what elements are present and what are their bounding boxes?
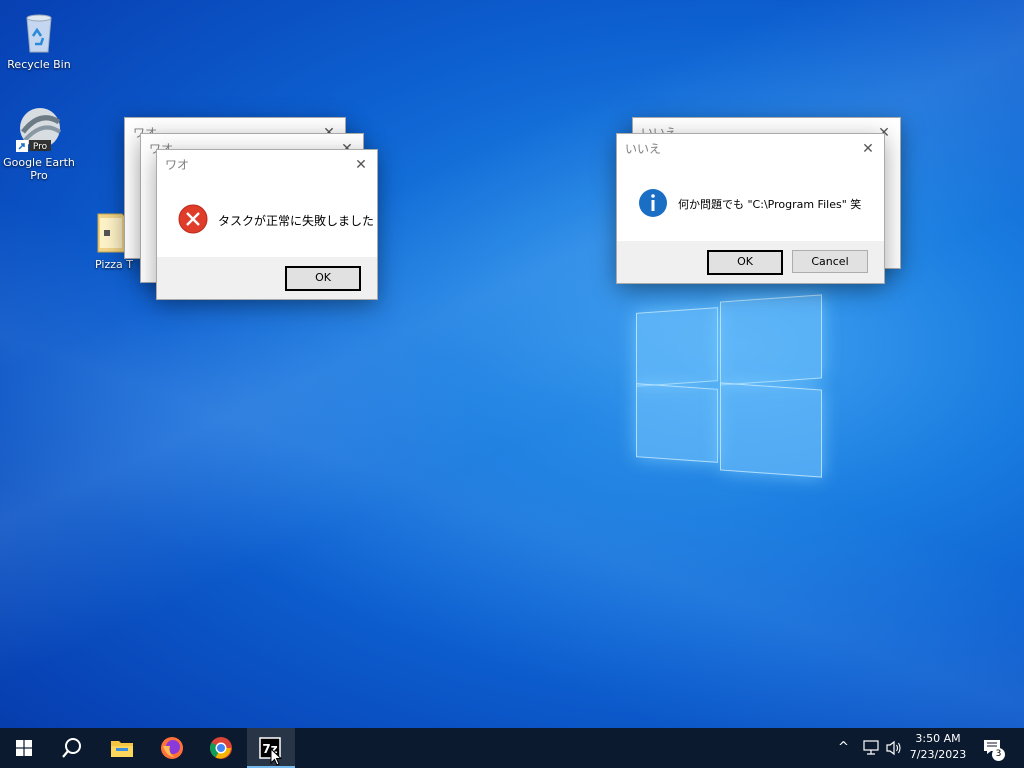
google-earth-icon: Pro (15, 106, 63, 154)
start-button[interactable] (0, 728, 48, 768)
desktop-icon-google-earth-pro[interactable]: Pro Google Earth Pro (1, 106, 77, 182)
taskbar-firefox[interactable] (148, 728, 196, 768)
svg-text:Pro: Pro (33, 142, 48, 152)
notification-count-badge: 3 (992, 748, 1005, 761)
error-dialog[interactable]: ワオ ✕ タスクが正常に失敗しました OK (156, 149, 378, 300)
desktop-icon-label: Google Earth (3, 156, 75, 169)
recycle-bin-icon (15, 8, 63, 56)
wallpaper-beam (0, 0, 1024, 768)
info-icon (639, 189, 667, 217)
ok-button[interactable]: OK (285, 266, 361, 291)
search-icon (62, 738, 81, 758)
dialog-title: ワオ (165, 158, 190, 172)
taskbar-file-explorer[interactable] (98, 728, 146, 768)
cancel-button[interactable]: Cancel (792, 250, 868, 273)
desktop-icon-recycle-bin[interactable]: Recycle Bin (1, 8, 77, 71)
taskbar-chrome[interactable] (197, 728, 245, 768)
windows-logo-wallpaper (636, 290, 822, 480)
close-icon[interactable]: ✕ (353, 150, 369, 180)
clock-date: 7/23/2023 (909, 748, 967, 761)
search-button[interactable] (48, 728, 96, 768)
ok-button[interactable]: OK (707, 250, 783, 275)
info-message: 何か問題でも "C:\Program Files" 笑 (678, 198, 862, 211)
notification-center-button[interactable]: 3 (980, 736, 1008, 762)
close-icon[interactable]: ✕ (860, 134, 876, 164)
dialog-title: いいえ (625, 142, 662, 156)
error-message: タスクが正常に失敗しました (218, 214, 375, 228)
firefox-icon (161, 737, 183, 759)
wallpaper-beam (0, 0, 1024, 768)
start-icon (16, 740, 32, 756)
info-dialog[interactable]: いいえ ✕ 何か問題でも "C:\Program Files" 笑 OK Can… (616, 133, 885, 284)
clock[interactable]: 3:50 AM 7/23/2023 (906, 732, 970, 761)
mouse-cursor-icon (270, 748, 283, 766)
desktop-icon-label: Recycle Bin (7, 58, 71, 71)
error-icon (178, 204, 208, 234)
network-icon[interactable] (862, 740, 880, 756)
taskbar: 7z ^ 3:50 AM 7/23/2023 3 (0, 728, 1024, 768)
volume-icon[interactable] (885, 740, 903, 756)
chrome-icon (210, 737, 232, 759)
chevron-up-icon[interactable]: ^ (838, 740, 849, 755)
file-explorer-icon (111, 741, 133, 757)
clock-time: 3:50 AM (915, 732, 961, 745)
desktop-icon-label: Pro (30, 169, 48, 182)
